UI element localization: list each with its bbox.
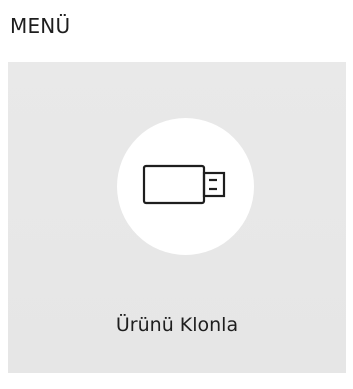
- menu-item-label: Ürünü Klonla: [115, 314, 239, 336]
- menu-title: MENÜ: [10, 14, 71, 38]
- icon-circle: [117, 118, 254, 255]
- usb-drive-icon: [142, 164, 226, 205]
- clone-product-menu-item[interactable]: Ürünü Klonla: [8, 62, 346, 373]
